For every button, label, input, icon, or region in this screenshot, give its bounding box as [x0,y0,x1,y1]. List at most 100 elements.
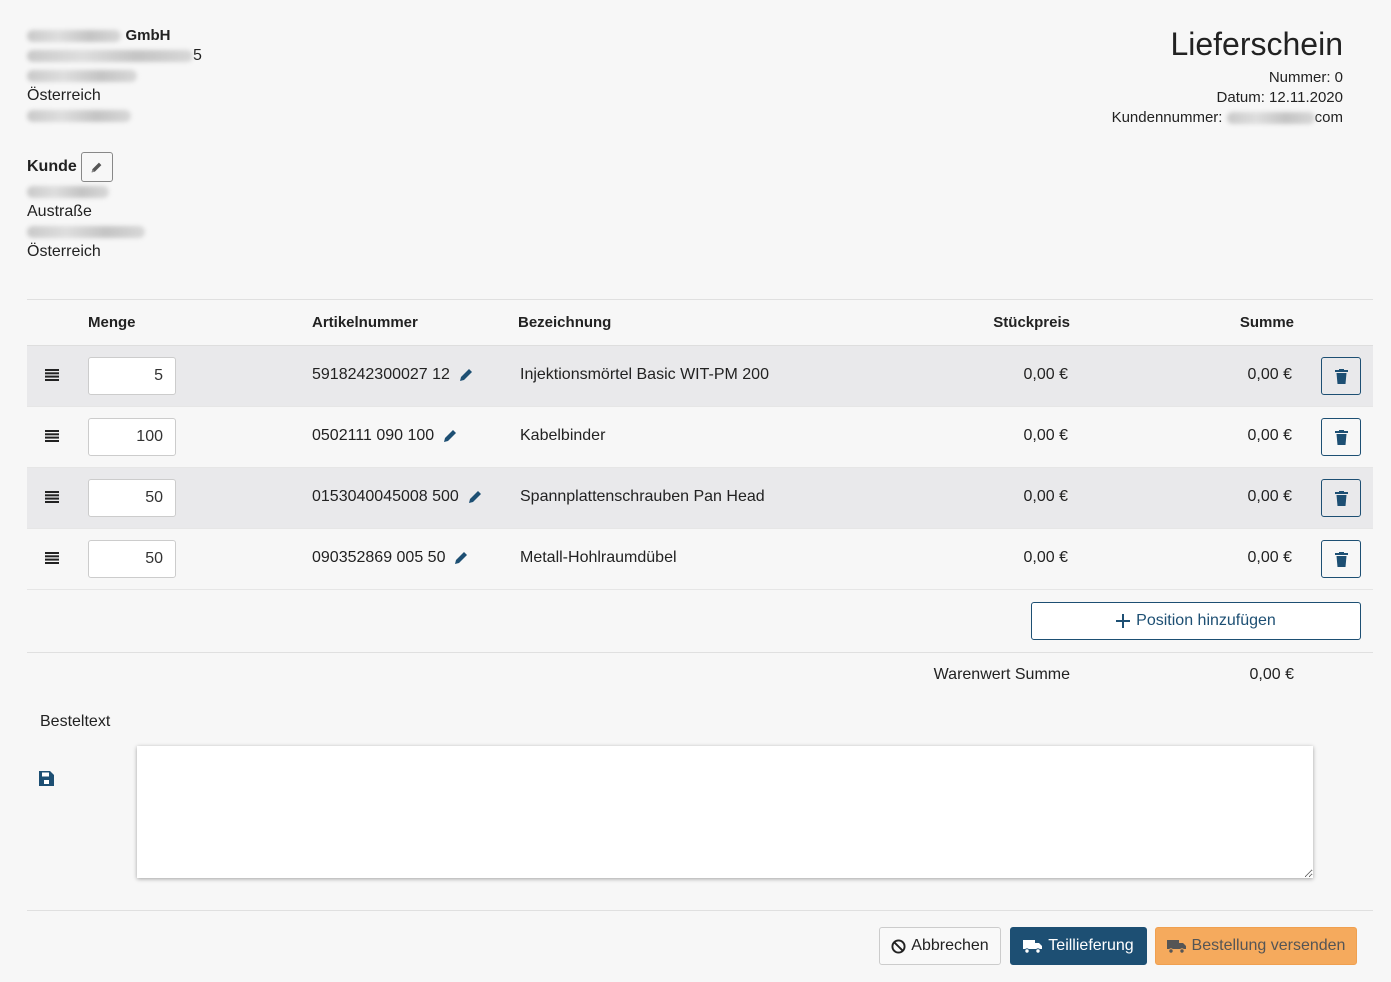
customer-name-line [27,182,145,202]
quantity-input[interactable] [88,357,176,395]
order-text-label: Besteltext [40,713,111,730]
article-number: 0153040045008 500 [312,488,459,505]
customer-label: Kunde [27,158,77,175]
company-street-line: 5 [27,46,202,66]
send-order-label: Bestellung versenden [1191,937,1346,954]
positions-table: Menge Artikelnummer Bezeichnung Stückpre… [27,299,1373,697]
header-unit-price: Stückpreis [993,314,1070,331]
customer-block: Kunde Austraße Österreich [27,152,145,262]
redacted-text [27,69,137,82]
description: Injektionsmörtel Basic WIT-PM 200 [520,366,769,383]
table-row: 090352869 005 50 Metall-Hohlraumdübel 0,… [27,529,1373,590]
plus-icon [1116,614,1131,628]
customer-number-label: Kundennummer: [1111,109,1223,126]
ban-icon [891,938,906,954]
document-info: Lieferschein Nummer: 0 Datum: 12.11.2020… [1112,26,1343,128]
drag-handle-icon[interactable] [45,551,59,569]
unit-price: 0,00 € [1023,549,1068,566]
customer-country: Österreich [27,243,101,260]
header-sum: Summe [1239,314,1294,331]
add-position-row: Position hinzufügen [27,590,1373,653]
redacted-text [27,109,131,122]
drag-handle-icon[interactable] [45,429,59,447]
unit-price: 0,00 € [1023,427,1068,444]
drag-handle-icon[interactable] [45,490,59,508]
company-extra-line [27,106,202,126]
cancel-label: Abbrechen [911,937,989,954]
company-street-suffix: 5 [193,47,202,64]
customer-city-line [27,222,145,242]
company-address: GmbH 5 Österreich [27,26,202,126]
company-country: Österreich [27,87,101,104]
unit-price: 0,00 € [1023,366,1068,383]
row-sum: 0,00 € [1247,549,1292,566]
customer-header: Kunde [27,152,145,182]
unit-price: 0,00 € [1023,488,1068,505]
customer-number: Kundennummer: com [1112,108,1343,128]
cancel-button[interactable]: Abbrechen [879,927,1001,965]
delete-row-button[interactable] [1321,357,1361,395]
quantity-input[interactable] [88,540,176,578]
trash-icon [1334,490,1348,506]
article-cell: 5918242300027 12 [312,366,474,384]
customer-street: Austraße [27,203,92,220]
pencil-icon [91,162,102,172]
table-header: Menge Artikelnummer Bezeichnung Stückpre… [27,300,1373,346]
redacted-text [27,185,109,198]
order-text-input[interactable] [137,746,1313,878]
description: Spannplattenschrauben Pan Head [520,488,765,505]
trash-icon [1334,368,1348,384]
trash-icon [1334,429,1348,445]
edit-article-pencil-icon[interactable] [453,550,469,566]
trash-icon [1334,551,1348,567]
quantity-input[interactable] [88,479,176,517]
total-row: Warenwert Summe 0,00 € [27,653,1373,697]
redacted-text [27,29,121,42]
redacted-text [27,49,193,62]
header-description: Bezeichnung [518,314,612,331]
redacted-text [1226,112,1315,125]
add-position-button[interactable]: Position hinzufügen [1031,602,1361,640]
save-icon[interactable] [39,771,54,791]
company-name-suffix: GmbH [125,27,171,44]
partial-delivery-label: Teillieferung [1048,937,1134,954]
row-sum: 0,00 € [1247,366,1292,383]
redacted-text [27,225,145,238]
total-label: Warenwert Summe [933,666,1070,683]
company-city-line [27,66,202,86]
edit-customer-button[interactable] [80,152,113,182]
article-cell: 090352869 005 50 [312,549,469,567]
delete-row-button[interactable] [1321,479,1361,517]
edit-article-pencil-icon[interactable] [458,367,474,383]
table-row: 0153040045008 500 Spannplattenschrauben … [27,468,1373,529]
document-title: Lieferschein [1170,26,1343,62]
company-name-line: GmbH [27,26,202,46]
send-order-button[interactable]: Bestellung versenden [1155,927,1357,965]
edit-article-pencil-icon[interactable] [467,489,483,505]
truck-icon [1166,939,1186,954]
header-article: Artikelnummer [312,314,418,331]
edit-article-pencil-icon[interactable] [442,428,458,444]
drag-handle-icon[interactable] [45,368,59,386]
article-cell: 0153040045008 500 [312,488,483,506]
partial-delivery-button[interactable]: Teillieferung [1010,927,1147,965]
description: Metall-Hohlraumdübel [520,549,677,566]
article-number: 090352869 005 50 [312,549,446,566]
quantity-input[interactable] [88,418,176,456]
document-number: Nummer: 0 [1268,69,1343,86]
description: Kabelbinder [520,427,606,444]
table-row: 5918242300027 12 Injektionsmörtel Basic … [27,346,1373,407]
total-value: 0,00 € [1249,666,1294,683]
article-cell: 0502111 090 100 [312,427,458,445]
row-sum: 0,00 € [1247,488,1292,505]
row-sum: 0,00 € [1247,427,1292,444]
document-date: Datum: 12.11.2020 [1216,89,1343,106]
delete-row-button[interactable] [1321,418,1361,456]
add-position-label: Position hinzufügen [1136,612,1276,629]
footer-divider [27,910,1373,911]
article-number: 0502111 090 100 [312,427,435,444]
header-qty: Menge [88,314,136,331]
delete-row-button[interactable] [1321,540,1361,578]
article-number: 5918242300027 12 [312,366,450,383]
table-row: 0502111 090 100 Kabelbinder 0,00 € 0,00 … [27,407,1373,468]
